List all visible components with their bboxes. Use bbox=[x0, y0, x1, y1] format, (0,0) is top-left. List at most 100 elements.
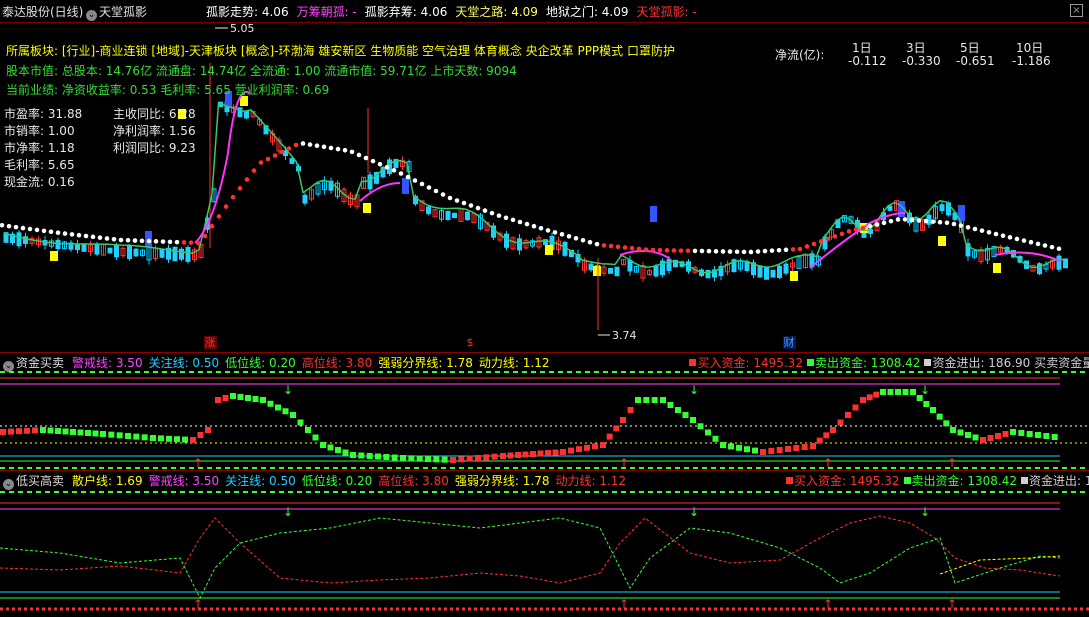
ma-dot bbox=[559, 232, 565, 237]
oscillator-bar bbox=[1018, 430, 1025, 436]
ma-dot bbox=[692, 248, 698, 254]
close-icon[interactable]: × bbox=[1070, 4, 1083, 17]
ma-dot bbox=[1042, 243, 1048, 248]
indicator-value: 强弱分界线: 1.78 bbox=[454, 474, 550, 488]
indicator-value: 资金进出: 186.90 bbox=[924, 356, 1030, 370]
ma-dot bbox=[678, 248, 684, 253]
ma-dot bbox=[636, 246, 642, 252]
oscillator-bar bbox=[873, 391, 880, 398]
oscillator-bar bbox=[500, 453, 506, 459]
oscillator-bar bbox=[972, 434, 979, 441]
ma-dot bbox=[468, 203, 474, 208]
ma-dot bbox=[0, 222, 5, 228]
netflow-value: -1.186 bbox=[1012, 54, 1051, 68]
ma-dot bbox=[209, 223, 215, 229]
chevron-down-icon[interactable]: ⌄ bbox=[86, 10, 97, 21]
oscillator-bar bbox=[568, 447, 574, 454]
oscillator-bar bbox=[980, 437, 986, 443]
ma-dot bbox=[923, 218, 929, 224]
indicator-value: 强弱分界线: 1.78 bbox=[378, 356, 473, 370]
oscillator-bar bbox=[166, 435, 172, 442]
oscillator-bar bbox=[1002, 431, 1009, 437]
candle bbox=[81, 243, 87, 252]
ma-dot bbox=[174, 239, 180, 245]
ma-dot bbox=[76, 232, 82, 238]
oscillator-bar bbox=[728, 443, 734, 450]
oscillator-bar bbox=[887, 389, 894, 395]
oscillator-bar bbox=[205, 427, 211, 433]
oscillator-bar bbox=[600, 442, 606, 448]
oscillator-bar bbox=[560, 449, 566, 455]
oscillator-bar bbox=[736, 444, 742, 451]
ma-dot bbox=[867, 223, 873, 229]
title-item: 天堂孤影: - bbox=[636, 5, 697, 19]
indicator-value: 警戒线: 3.50 bbox=[148, 474, 220, 488]
signal-block bbox=[593, 266, 601, 276]
ma-dot bbox=[986, 230, 992, 235]
oscillator-bar bbox=[416, 455, 423, 462]
ma-dot bbox=[902, 217, 908, 222]
stat-row: 市盈率: 31.88 bbox=[4, 106, 82, 123]
ma-dot bbox=[972, 226, 978, 232]
oscillator-bar bbox=[965, 432, 971, 438]
oscillator-bar bbox=[552, 449, 559, 456]
candle bbox=[887, 205, 893, 211]
ma-dot bbox=[195, 240, 201, 246]
fund-flow-chart[interactable]: ↓ ↓ ↓ ↑ ↑ ↑ ↑ bbox=[0, 370, 1089, 470]
indicator-value: 高位线: 3.80 bbox=[301, 356, 373, 370]
oscillator-bar bbox=[174, 436, 180, 443]
stat-label: 利润同比: bbox=[113, 141, 166, 155]
ma-dot bbox=[615, 244, 621, 250]
retail-line bbox=[0, 517, 1061, 600]
candle bbox=[133, 248, 139, 257]
candle bbox=[653, 265, 659, 277]
oscillator-bar bbox=[85, 430, 91, 436]
signal-block bbox=[790, 271, 798, 281]
netflow-label: 净流(亿): bbox=[775, 48, 825, 62]
oscillator-bar bbox=[810, 443, 816, 449]
title-item: 孤影弃筹: 4.06 bbox=[364, 5, 448, 19]
ma-dot bbox=[146, 238, 152, 244]
oscillator-bar bbox=[391, 454, 398, 461]
oscillator-bar bbox=[620, 417, 626, 423]
ma-dot bbox=[664, 248, 670, 253]
candle bbox=[302, 194, 308, 204]
candle bbox=[179, 248, 184, 260]
candle bbox=[517, 238, 522, 251]
indicator-selector[interactable]: ⌄ 天堂孤影 bbox=[86, 3, 147, 21]
ma-dot bbox=[622, 245, 628, 250]
oscillator-bar bbox=[660, 397, 666, 403]
ma-dot bbox=[706, 248, 712, 254]
oscillator-bar bbox=[8, 428, 14, 435]
oscillator-bar bbox=[776, 447, 783, 453]
oscillator-bar bbox=[845, 412, 851, 418]
ma-dot bbox=[839, 231, 845, 237]
ma-dot bbox=[587, 239, 593, 245]
ma-dot bbox=[832, 234, 838, 239]
oscillator-bar bbox=[1035, 432, 1041, 438]
candle bbox=[75, 243, 80, 251]
signal-block bbox=[363, 203, 371, 213]
ma-dot bbox=[482, 208, 488, 213]
oscillator-bar bbox=[197, 432, 204, 438]
ma-dot bbox=[97, 235, 103, 240]
ma-dot bbox=[937, 219, 943, 225]
oscillator-bar bbox=[342, 449, 349, 456]
stock-title[interactable]: 泰达股份(日线) bbox=[2, 3, 83, 20]
ma-dot bbox=[307, 142, 313, 147]
candle bbox=[426, 206, 431, 214]
oscillator-bar bbox=[350, 452, 356, 458]
ma-dot bbox=[874, 222, 880, 227]
oscillator-bar bbox=[643, 397, 650, 403]
low-buy-high-sell-chart[interactable]: ↓ ↓ ↓ ↑ ↑ ↑ ↑ bbox=[0, 488, 1089, 617]
ma-dot bbox=[426, 185, 432, 190]
sell-arrow-icon: ↓ bbox=[920, 383, 930, 397]
ma-dot bbox=[1035, 241, 1041, 247]
ma-dot bbox=[244, 177, 250, 182]
ma-dot bbox=[293, 142, 299, 148]
ma-dot bbox=[580, 237, 586, 243]
oscillator-bar bbox=[16, 428, 22, 435]
capital-info: 股本市值: 总股本: 14.76亿 流通盘: 14.74亿 全流通: 1.00 … bbox=[6, 64, 517, 78]
oscillator-bar bbox=[545, 450, 551, 456]
ma-dot bbox=[881, 220, 887, 226]
